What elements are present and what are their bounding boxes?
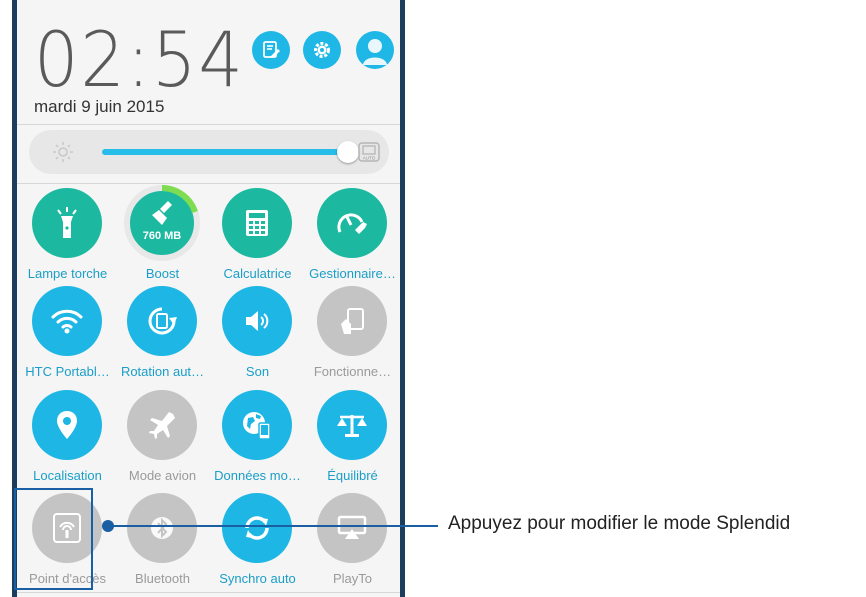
location-pin-icon (57, 411, 77, 439)
user-avatar-icon (363, 39, 387, 65)
settings-button[interactable] (303, 31, 341, 69)
tile-flashlight-button[interactable] (32, 188, 102, 258)
brightness-thumb[interactable] (337, 141, 359, 163)
tile-rotation[interactable]: Rotation aut… (115, 286, 210, 386)
speaker-icon (246, 311, 269, 331)
tile-playto-button[interactable] (317, 493, 387, 563)
tile-bluetooth[interactable]: Bluetooth (115, 493, 210, 593)
clock-time: 02:54 (34, 15, 245, 104)
divider (17, 124, 400, 125)
boost-badge: 760 MB (142, 230, 182, 242)
tile-glove-mode-button[interactable] (317, 286, 387, 356)
auto-brightness-icon[interactable]: AUTO (357, 140, 381, 164)
edit-note-icon (263, 41, 280, 58)
wifi-icon (51, 309, 83, 334)
tile-label: Données mo… (214, 468, 301, 483)
tile-boost-button[interactable]: 760 MB (124, 185, 200, 261)
tile-rotation-button[interactable] (127, 286, 197, 356)
tile-label: Son (245, 364, 270, 379)
glove-mode-icon (341, 308, 364, 334)
tile-label: Équilibré (327, 468, 378, 483)
tile-wifi-button[interactable] (32, 286, 102, 356)
gauge-wrench-icon (337, 213, 367, 234)
tile-auto-sync-button[interactable] (222, 493, 292, 563)
tile-label: HTC Portabl… (25, 364, 110, 379)
callout-line (108, 525, 438, 527)
tile-mobile-data[interactable]: Données mo… (210, 390, 305, 490)
divider (17, 183, 400, 184)
tile-glove-mode[interactable]: Fonctionne… (305, 286, 400, 386)
brightness-track[interactable] (102, 149, 352, 155)
tile-wifi[interactable]: HTC Portabl… (20, 286, 115, 386)
tile-label: Boost (145, 266, 180, 281)
brightness-sun-icon (53, 142, 73, 162)
tile-manager-button[interactable] (317, 188, 387, 258)
tile-boost[interactable]: 760 MB Boost (115, 185, 210, 288)
airplane-icon (149, 412, 175, 439)
divider (17, 592, 400, 593)
tile-manager[interactable]: Gestionnaire… (305, 188, 400, 288)
calculator-icon (246, 210, 268, 236)
user-avatar-button[interactable] (356, 31, 394, 69)
tile-label: Lampe torche (27, 266, 108, 281)
splendid-highlight-box (14, 488, 93, 590)
tile-label: Bluetooth (135, 571, 190, 586)
tile-label: Localisation (33, 468, 102, 483)
flashlight-icon (57, 207, 77, 238)
tile-auto-sync[interactable]: Synchro auto (210, 493, 305, 593)
tile-airplane-mode-button[interactable] (127, 390, 197, 460)
tile-power-mode[interactable]: Équilibré (305, 390, 400, 490)
auto-label: AUTO (363, 156, 376, 161)
tile-flashlight[interactable]: Lampe torche (20, 188, 115, 288)
sync-icon (245, 516, 269, 540)
brightness-slider[interactable]: AUTO (29, 130, 389, 174)
tile-calculator[interactable]: Calculatrice (210, 188, 305, 288)
gear-icon (314, 42, 330, 58)
tile-label: Mode avion (128, 468, 197, 483)
tile-location[interactable]: Localisation (20, 390, 115, 490)
playto-cast-icon (337, 515, 367, 539)
tile-power-mode-button[interactable] (317, 390, 387, 460)
tile-label: Fonctionne… (313, 364, 392, 379)
tile-label: Rotation aut… (120, 364, 205, 379)
balance-scale-icon (337, 415, 367, 437)
tile-mobile-data-button[interactable] (222, 390, 292, 460)
tile-label: Synchro auto (219, 571, 296, 586)
tile-airplane-mode[interactable]: Mode avion (115, 390, 210, 490)
tile-label: Gestionnaire… (309, 266, 396, 281)
edit-button[interactable] (252, 31, 290, 69)
bluetooth-icon (151, 517, 173, 539)
tile-location-button[interactable] (32, 390, 102, 460)
callout-text: Appuyez pour modifier le mode Splendid (448, 513, 791, 534)
clock-date: mardi 9 juin 2015 (34, 97, 165, 116)
tile-bluetooth-button[interactable] (127, 493, 197, 563)
tile-calculator-button[interactable] (222, 188, 292, 258)
tile-sound[interactable]: Son (210, 286, 305, 386)
rotation-icon (148, 307, 177, 335)
tile-label: PlayTo (332, 571, 373, 586)
tile-label: Calculatrice (223, 266, 292, 281)
tile-sound-button[interactable] (222, 286, 292, 356)
tile-playto[interactable]: PlayTo (305, 493, 400, 593)
mobile-data-globe-icon (243, 412, 271, 440)
